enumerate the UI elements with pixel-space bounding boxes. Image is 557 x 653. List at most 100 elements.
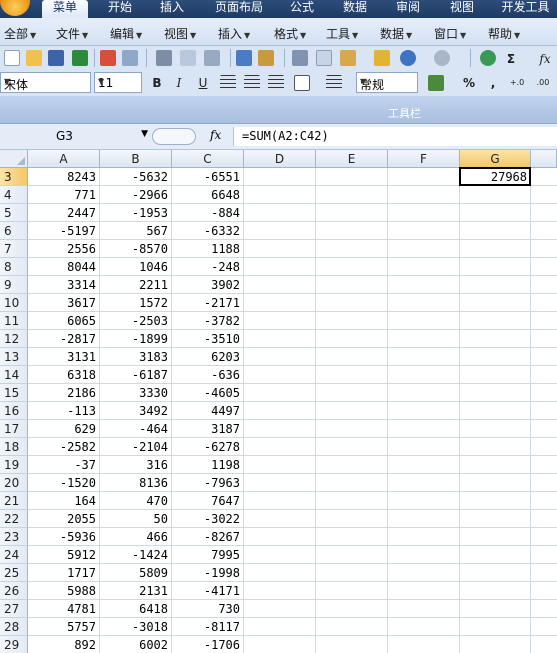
cell-F17[interactable]: [388, 420, 460, 438]
cell-F8[interactable]: [388, 258, 460, 276]
cell-G13[interactable]: [460, 348, 531, 366]
row-header[interactable]: 20: [0, 474, 28, 492]
cell-D29[interactable]: [244, 636, 316, 653]
cell-F11[interactable]: [388, 312, 460, 330]
cell-D11[interactable]: [244, 312, 316, 330]
cell-E24[interactable]: [316, 546, 388, 564]
cell-E18[interactable]: [316, 438, 388, 456]
autosum-button[interactable]: Σ: [502, 50, 520, 68]
name-box[interactable]: G3 ▼: [0, 127, 150, 146]
cell-C24[interactable]: 7995: [172, 546, 244, 564]
cell-B7[interactable]: -8570: [100, 240, 172, 258]
cell-D24[interactable]: [244, 546, 316, 564]
underline-button[interactable]: U: [194, 74, 212, 92]
cell-C14[interactable]: -636: [172, 366, 244, 384]
formula-input[interactable]: =SUM(A2:C42): [233, 127, 557, 146]
save-icon[interactable]: [48, 50, 64, 66]
cell-E10[interactable]: [316, 294, 388, 312]
cell-B3[interactable]: -5632: [100, 168, 172, 186]
cell-E9[interactable]: [316, 276, 388, 294]
cell-B9[interactable]: 2211: [100, 276, 172, 294]
ribbon-tab[interactable]: 菜单: [42, 0, 88, 18]
cell-G27[interactable]: [460, 600, 531, 618]
cell-G15[interactable]: [460, 384, 531, 402]
column-header[interactable]: E: [316, 150, 388, 168]
cell-F14[interactable]: [388, 366, 460, 384]
increase-decimal-button[interactable]: +.0: [506, 74, 528, 92]
font-size-combo[interactable]: 11 ▼: [94, 72, 142, 93]
cell-B8[interactable]: 1046: [100, 258, 172, 276]
cell-F6[interactable]: [388, 222, 460, 240]
row-header[interactable]: 25: [0, 564, 28, 582]
cut-icon[interactable]: [292, 50, 308, 66]
cell-D20[interactable]: [244, 474, 316, 492]
column-header[interactable]: G: [460, 150, 531, 168]
row-header[interactable]: 8: [0, 258, 28, 276]
cell-A11[interactable]: 6065: [28, 312, 100, 330]
cell-B18[interactable]: -2104: [100, 438, 172, 456]
row-header[interactable]: 10: [0, 294, 28, 312]
cell-B13[interactable]: 3183: [100, 348, 172, 366]
cell-C21[interactable]: 7647: [172, 492, 244, 510]
comma-style-button[interactable]: ,: [484, 74, 502, 92]
row-header[interactable]: 28: [0, 618, 28, 636]
cell-D13[interactable]: [244, 348, 316, 366]
row-header[interactable]: 29: [0, 636, 28, 653]
print-preview-icon[interactable]: [122, 50, 138, 66]
cell-C18[interactable]: -6278: [172, 438, 244, 456]
cell-A24[interactable]: 5912: [28, 546, 100, 564]
cell-D8[interactable]: [244, 258, 316, 276]
cell-A26[interactable]: 5988: [28, 582, 100, 600]
cell-C25[interactable]: -1998: [172, 564, 244, 582]
cell-G4[interactable]: [460, 186, 531, 204]
cell-A27[interactable]: 4781: [28, 600, 100, 618]
cell-E21[interactable]: [316, 492, 388, 510]
cell-F19[interactable]: [388, 456, 460, 474]
research-icon[interactable]: [258, 50, 274, 66]
cell-F20[interactable]: [388, 474, 460, 492]
cell-C10[interactable]: -2171: [172, 294, 244, 312]
cell-C13[interactable]: 6203: [172, 348, 244, 366]
cell-A5[interactable]: 2447: [28, 204, 100, 222]
cell-C17[interactable]: 3187: [172, 420, 244, 438]
cell-F9[interactable]: [388, 276, 460, 294]
cell-C27[interactable]: 730: [172, 600, 244, 618]
spell-check-icon[interactable]: [236, 50, 252, 66]
row-header[interactable]: 6: [0, 222, 28, 240]
export-excel-icon[interactable]: [72, 50, 88, 66]
cell-F22[interactable]: [388, 510, 460, 528]
cell-F12[interactable]: [388, 330, 460, 348]
cell-C12[interactable]: -3510: [172, 330, 244, 348]
cell-E6[interactable]: [316, 222, 388, 240]
cell-F28[interactable]: [388, 618, 460, 636]
format-painter-icon[interactable]: [374, 50, 390, 66]
cell-B24[interactable]: -1424: [100, 546, 172, 564]
cell-A16[interactable]: -113: [28, 402, 100, 420]
cell-E16[interactable]: [316, 402, 388, 420]
align-center-icon[interactable]: [244, 75, 260, 91]
cell-E7[interactable]: [316, 240, 388, 258]
cell-G9[interactable]: [460, 276, 531, 294]
wrap-text-icon[interactable]: [326, 75, 342, 91]
cell-B26[interactable]: 2131: [100, 582, 172, 600]
cell-A19[interactable]: -37: [28, 456, 100, 474]
print-setup-icon[interactable]: [204, 50, 220, 66]
cell-A15[interactable]: 2186: [28, 384, 100, 402]
align-right-icon[interactable]: [268, 75, 284, 91]
percent-style-button[interactable]: %: [460, 74, 478, 92]
cell-F24[interactable]: [388, 546, 460, 564]
column-header[interactable]: D: [244, 150, 316, 168]
cell-F13[interactable]: [388, 348, 460, 366]
cell-E15[interactable]: [316, 384, 388, 402]
row-header[interactable]: 11: [0, 312, 28, 330]
cell-G21[interactable]: [460, 492, 531, 510]
menu-item[interactable]: 编辑 ▼: [110, 25, 142, 42]
cell-D17[interactable]: [244, 420, 316, 438]
paste-icon[interactable]: [340, 50, 356, 66]
cell-C5[interactable]: -884: [172, 204, 244, 222]
cell-G7[interactable]: [460, 240, 531, 258]
cell-B21[interactable]: 470: [100, 492, 172, 510]
cell-A23[interactable]: -5936: [28, 528, 100, 546]
column-header[interactable]: [531, 150, 557, 168]
cell-B25[interactable]: 5809: [100, 564, 172, 582]
